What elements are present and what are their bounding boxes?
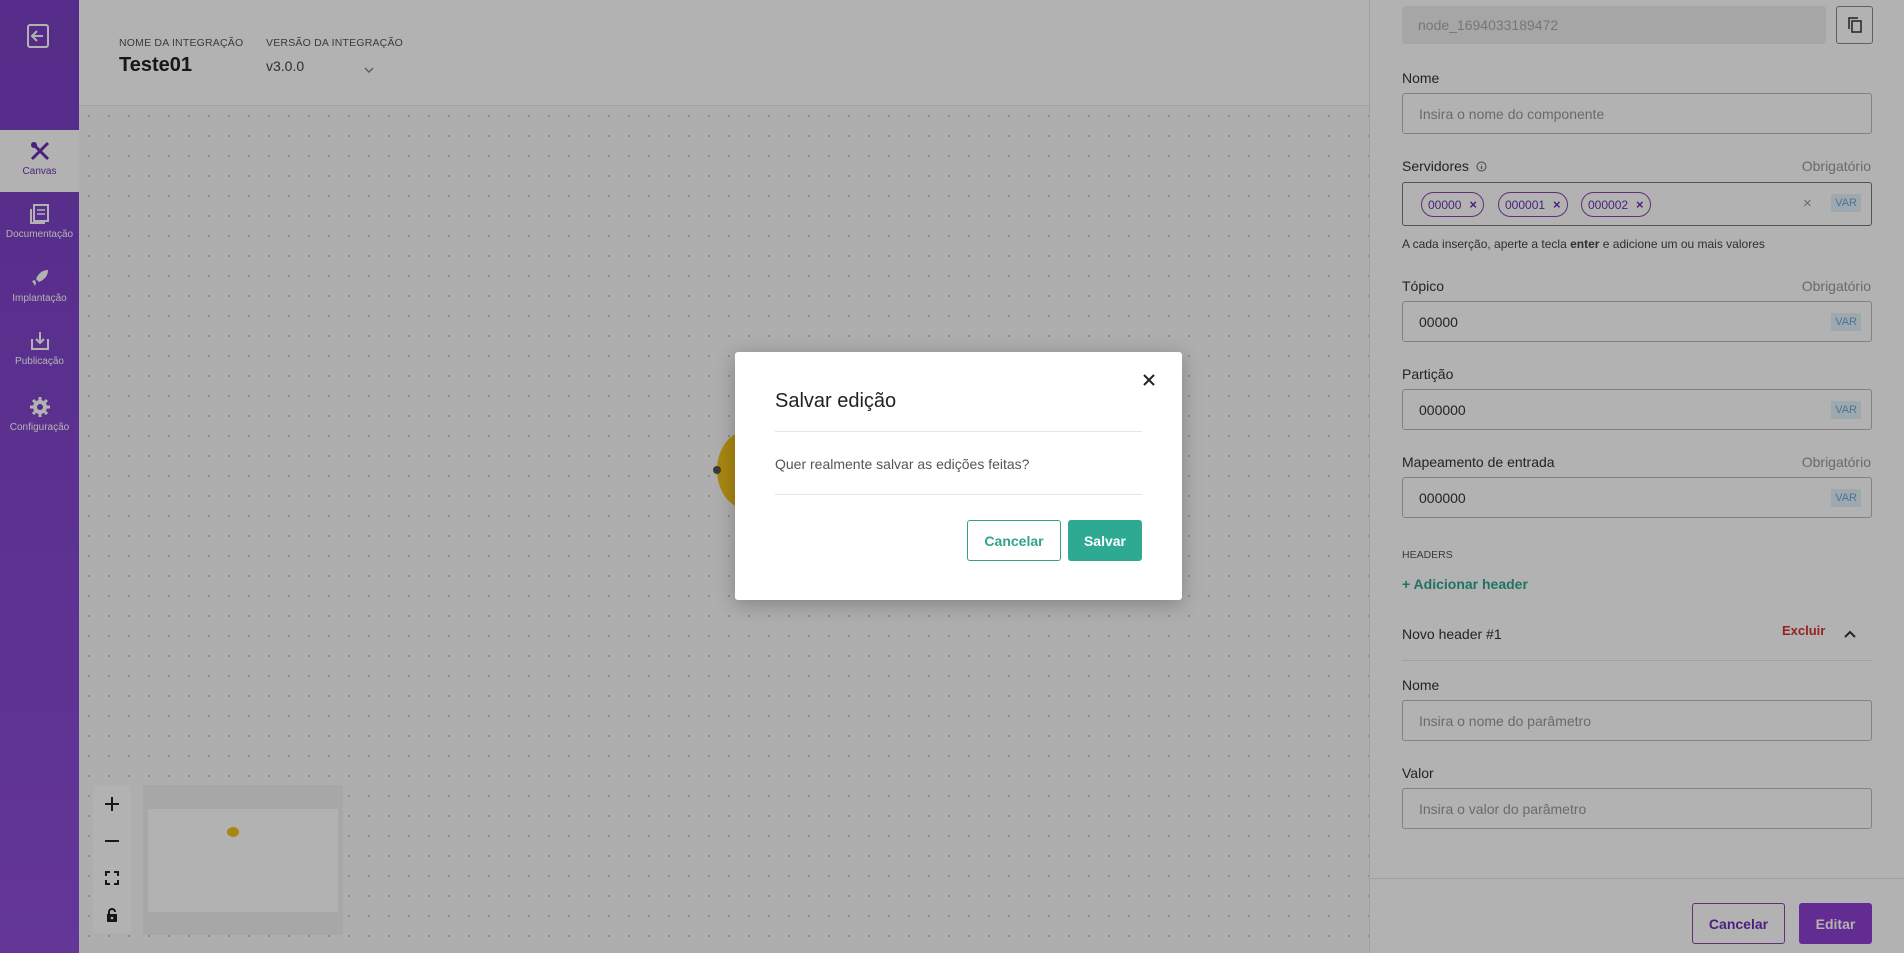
dialog-message: Quer realmente salvar as edições feitas? xyxy=(775,456,1030,472)
dialog-cancel-button[interactable]: Cancelar xyxy=(967,520,1061,561)
dialog-divider xyxy=(775,431,1142,432)
save-dialog: Salvar edição Quer realmente salvar as e… xyxy=(735,352,1182,600)
dialog-save-button[interactable]: Salvar xyxy=(1068,520,1142,561)
dialog-divider xyxy=(775,494,1142,495)
close-icon[interactable] xyxy=(1139,370,1159,390)
dialog-title: Salvar edição xyxy=(775,390,897,412)
